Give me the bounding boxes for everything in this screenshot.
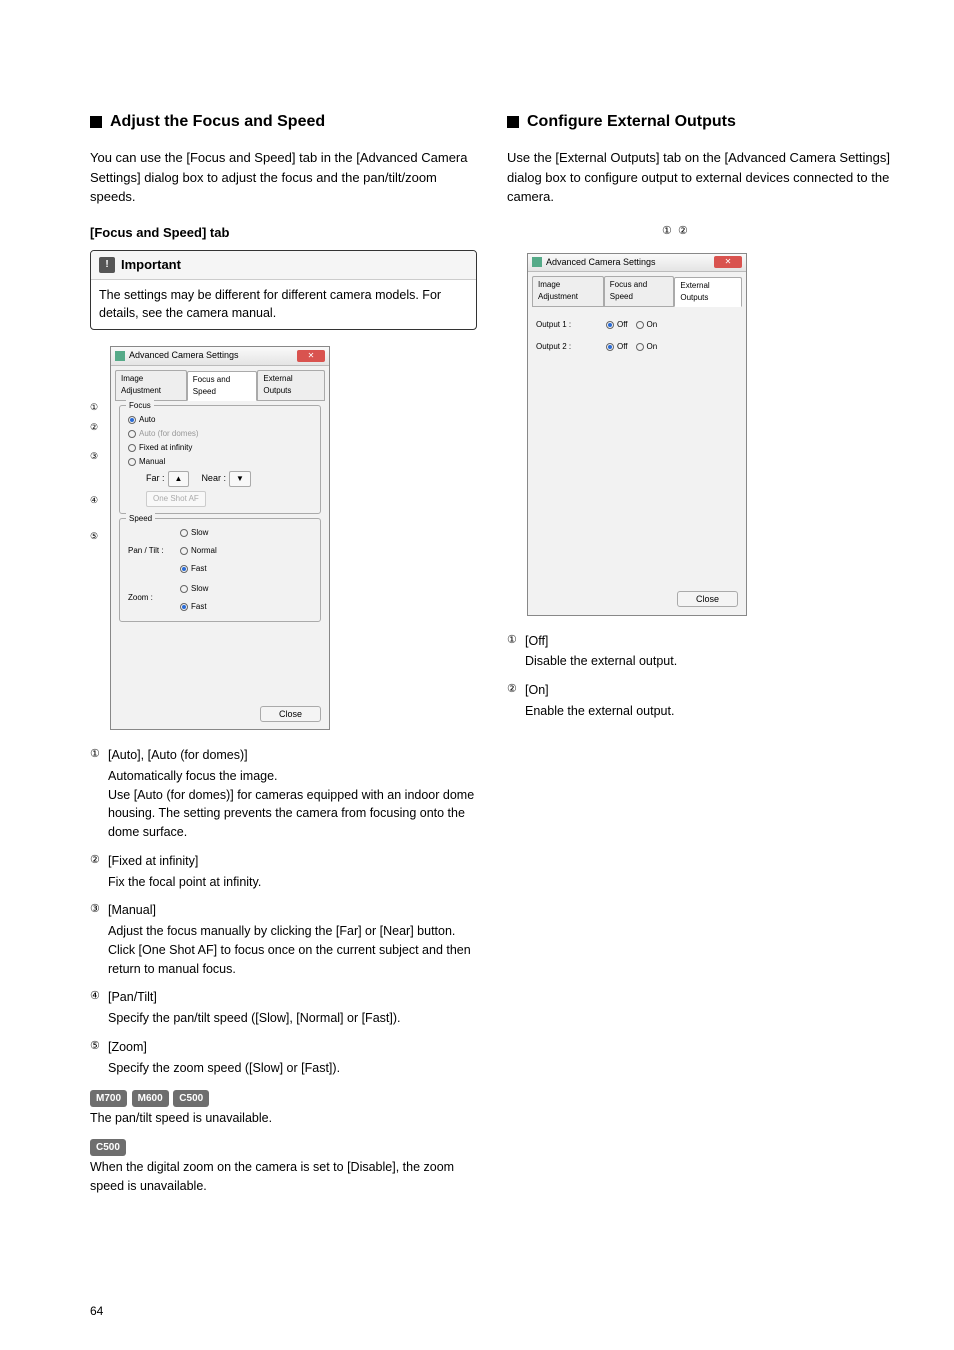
page-number: 64	[90, 1302, 103, 1320]
dialog-title: Advanced Camera Settings	[546, 256, 656, 270]
radio-output1-on[interactable]	[636, 321, 644, 329]
important-label: Important	[121, 255, 181, 275]
radio-output1-off[interactable]	[606, 321, 614, 329]
outputs-item-list: ① [Off] Disable the external output. ② […	[507, 632, 894, 721]
tab-external-outputs[interactable]: External Outputs	[674, 277, 742, 307]
close-button[interactable]: Close	[677, 591, 738, 607]
intro-focus: You can use the [Focus and Speed] tab in…	[90, 148, 477, 207]
dialog-title: Advanced Camera Settings	[129, 349, 239, 363]
tab-external-outputs[interactable]: External Outputs	[257, 370, 325, 400]
tab-image-adjustment[interactable]: Image Adjustment	[532, 276, 604, 306]
radio-output2-off[interactable]	[606, 343, 614, 351]
radio-fixed[interactable]	[128, 444, 136, 452]
dialog-app-icon	[532, 257, 542, 267]
radio-auto-domes[interactable]	[128, 430, 136, 438]
focus-legend: Focus	[126, 400, 154, 412]
model-badges-1: M700 M600 C500	[90, 1087, 477, 1107]
top-marker-2: ②	[678, 223, 688, 240]
intro-outputs: Use the [External Outputs] tab on the [A…	[507, 148, 894, 207]
callout-3: ③	[87, 450, 101, 464]
dialog-close-button[interactable]: ✕	[297, 350, 325, 362]
radio-manual[interactable]	[128, 458, 136, 466]
focus-item-list: ① [Auto], [Auto (for domes)] Automatical…	[90, 746, 477, 1077]
top-marker-1: ①	[662, 223, 672, 240]
one-shot-af-button[interactable]: One Shot AF	[146, 491, 206, 507]
radio-output2-on[interactable]	[636, 343, 644, 351]
important-text: The settings may be different for differ…	[91, 280, 476, 330]
far-button[interactable]: ▲	[168, 471, 190, 487]
tab-subheading: [Focus and Speed] tab	[90, 223, 477, 243]
dialog-close-button[interactable]: ✕	[714, 256, 742, 268]
callout-4: ④	[87, 494, 101, 508]
radio-zoom-slow[interactable]	[180, 585, 188, 593]
important-box: ! Important The settings may be differen…	[90, 250, 477, 330]
dialog-focus-speed: Advanced Camera Settings ✕ Image Adjustm…	[110, 346, 330, 730]
important-icon: !	[99, 257, 115, 273]
dialog-external-outputs: Advanced Camera Settings ✕ Image Adjustm…	[527, 253, 747, 616]
tab-focus-speed[interactable]: Focus and Speed	[187, 371, 258, 401]
section-heading-focus: Adjust the Focus and Speed	[90, 110, 477, 134]
speed-legend: Speed	[126, 513, 155, 525]
radio-pantilt-normal[interactable]	[180, 547, 188, 555]
section-heading-outputs: Configure External Outputs	[507, 110, 894, 134]
dialog-app-icon	[115, 351, 125, 361]
near-button[interactable]: ▼	[229, 471, 251, 487]
tab-focus-speed[interactable]: Focus and Speed	[604, 276, 675, 306]
radio-pantilt-slow[interactable]	[180, 529, 188, 537]
radio-pantilt-fast[interactable]	[180, 565, 188, 573]
callout-1: ①	[87, 401, 101, 415]
radio-zoom-fast[interactable]	[180, 603, 188, 611]
callout-2: ②	[87, 421, 101, 435]
model-badges-2: C500	[90, 1136, 477, 1156]
callout-5: ⑤	[87, 530, 101, 544]
tab-image-adjustment[interactable]: Image Adjustment	[115, 370, 187, 400]
close-button[interactable]: Close	[260, 706, 321, 722]
radio-auto[interactable]	[128, 416, 136, 424]
